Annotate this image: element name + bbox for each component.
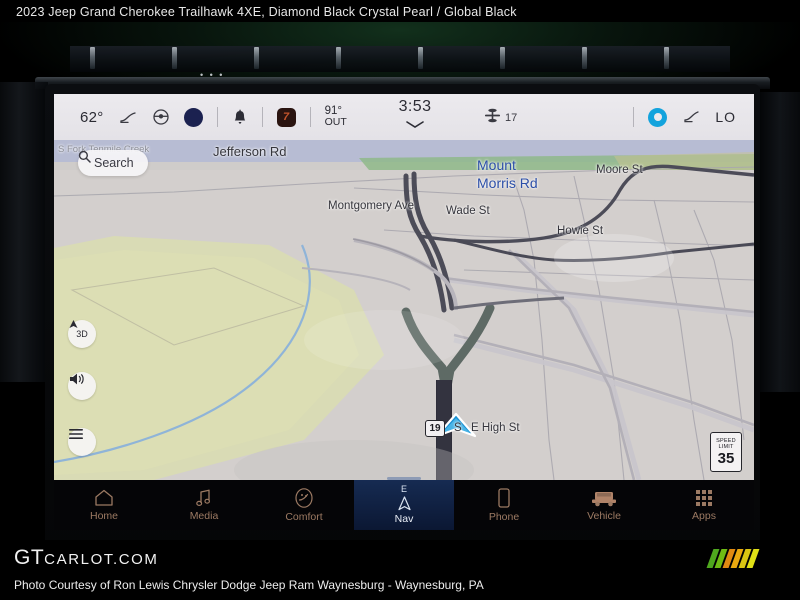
map-label: Howie St	[557, 225, 604, 237]
notifications-bell-icon[interactable]	[232, 109, 248, 126]
screenshot-root: 2023 Jeep Grand Cherokee Trailhawk 4XE, …	[0, 0, 800, 600]
nav-tab-vehicle[interactable]: Vehicle	[554, 480, 654, 530]
chevron-down-icon[interactable]	[380, 116, 450, 134]
speed-limit-value: 35	[717, 449, 735, 467]
nav-tab-comfort-label: Comfort	[285, 511, 323, 523]
passenger-temp-value[interactable]: LO	[715, 109, 736, 125]
clock[interactable]: 3:53	[380, 98, 450, 134]
passenger-heated-seat-icon[interactable]	[681, 109, 701, 125]
map-3d-toggle[interactable]: 3D	[68, 320, 96, 348]
home-icon	[95, 489, 113, 506]
nav-tab-home-label: Home	[89, 510, 118, 522]
nav-tab-phone[interactable]: Phone	[454, 480, 554, 530]
nav-tab-vehicle-label: Vehicle	[587, 510, 621, 522]
outside-temperature: 91° OUT	[324, 105, 347, 128]
map-volume-button[interactable]	[68, 372, 96, 400]
vent-blade	[336, 47, 341, 69]
route-street-name: E High St	[471, 422, 520, 434]
vent-blade	[254, 47, 259, 69]
listing-title: 2023 Jeep Grand Cherokee Trailhawk 4XE, …	[16, 5, 517, 19]
hamburger-menu-icon	[69, 429, 83, 439]
photo-credit: Photo Courtesy of Ron Lewis Chrysler Dod…	[14, 578, 484, 592]
dash-left-trim	[0, 82, 48, 382]
navigation-arrow-icon	[397, 496, 411, 511]
dash-right-trim	[760, 92, 800, 392]
fan-speed-value: 17	[505, 112, 518, 124]
nav-tab-nav[interactable]: E Nav	[354, 477, 454, 530]
map-label: Jefferson Rd	[213, 144, 287, 159]
nav-compass-heading: E	[400, 484, 407, 494]
speaker-icon	[70, 373, 84, 385]
speed-limit-line2: LIMIT	[718, 443, 734, 450]
nav-tab-apps[interactable]: Apps	[654, 480, 754, 530]
route-shield: 19	[425, 420, 445, 437]
speed-limit-sign: SPEED LIMIT 35	[710, 432, 742, 472]
vent-blade	[582, 47, 587, 69]
vent-blade	[500, 47, 505, 69]
map-label: Mount	[477, 157, 516, 173]
gtcarlot-watermark: GTCARLOT.COM	[14, 546, 159, 570]
vent-blade	[90, 47, 95, 69]
fan-speed-control[interactable]: 17	[484, 107, 517, 129]
route-direction: S	[454, 422, 462, 434]
nav-tab-comfort[interactable]: Comfort	[254, 480, 354, 530]
status-divider-2	[261, 107, 263, 127]
nav-tab-phone-label: Phone	[488, 511, 520, 523]
apps-grid-icon	[696, 490, 712, 506]
app-badge-icon[interactable]	[183, 107, 203, 127]
dash-vent-row	[70, 46, 730, 72]
status-divider-3	[309, 107, 311, 127]
navigation-map[interactable]: S Fork Tenmile Creek Jefferson Rd Mount …	[54, 140, 754, 480]
media-app-icon[interactable]: 7	[276, 107, 296, 127]
music-note-icon	[196, 489, 211, 506]
footer: GTCARLOT.COM Photo Courtesy of Ron Lewis…	[0, 540, 800, 600]
outside-temp-label: OUT	[324, 116, 347, 128]
vent-blade	[664, 47, 669, 69]
infotainment-screen[interactable]: 62° 7 91° OUT 3:53 17 LO S Fork Jefferso…	[54, 94, 754, 530]
watermark-brand-bold: GT	[14, 546, 45, 569]
map-3d-label: 3D	[76, 329, 88, 339]
watermark-stripes	[706, 549, 790, 568]
nav-tab-nav-label: Nav	[394, 513, 414, 525]
nav-tab-apps-label: Apps	[692, 510, 716, 522]
status-divider-4	[633, 107, 635, 127]
nav-tab-media-label: Media	[189, 510, 219, 522]
search-input[interactable]: Search	[78, 150, 148, 176]
search-label: Search	[94, 156, 134, 170]
compass-arrow-icon	[69, 320, 78, 328]
bottom-navigation-bar: Home Media Comfort E Nav Phone Vehicle A…	[54, 477, 754, 530]
status-divider	[216, 107, 218, 127]
map-menu-button[interactable]	[68, 428, 96, 456]
driver-temp-value[interactable]: 62°	[80, 109, 104, 126]
phone-icon	[498, 488, 510, 508]
jeep-vehicle-icon	[592, 492, 616, 507]
map-canvas	[54, 140, 754, 480]
heated-seat-icon[interactable]	[118, 109, 138, 125]
watermark-brand-rest: CARLOT.COM	[44, 551, 159, 568]
nav-drag-handle[interactable]	[387, 477, 421, 480]
map-label: Morris Rd	[477, 175, 538, 191]
comfort-seat-icon	[295, 488, 313, 508]
status-bar-right: LO	[633, 94, 736, 140]
map-label: Wade St	[446, 205, 490, 217]
vent-blade	[418, 47, 423, 69]
nav-tab-media[interactable]: Media	[154, 480, 254, 530]
map-label: Moore St	[596, 164, 643, 176]
status-bar: 62° 7 91° OUT 3:53 17 LO	[54, 94, 754, 140]
map-label: Montgomery Ave	[328, 200, 415, 212]
recirculation-icon[interactable]	[648, 107, 668, 127]
clock-value: 3:53	[398, 98, 432, 115]
vent-blade	[172, 47, 177, 69]
fan-speed-icon	[484, 107, 501, 129]
nav-tab-home[interactable]: Home	[54, 480, 154, 530]
media-app-glyph: 7	[283, 111, 290, 123]
heated-steering-wheel-icon[interactable]	[152, 108, 170, 126]
